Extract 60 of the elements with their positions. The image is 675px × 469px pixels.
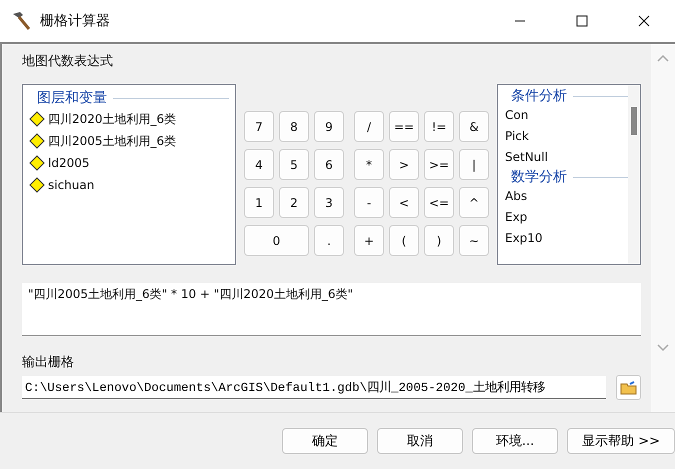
calculator-key[interactable]: 5 [279, 149, 309, 180]
operator-key[interactable]: ~ [459, 225, 489, 256]
output-path-field[interactable]: C:\Users\Lenovo\Documents\ArcGIS\Default1.gdb\四川_2005-2020_土地利用转移 [22, 376, 606, 399]
operator-key[interactable]: ^ [459, 187, 489, 218]
operator-key[interactable]: ) [424, 225, 454, 256]
maximize-icon[interactable] [576, 15, 588, 27]
operator-key[interactable]: <= [424, 187, 454, 218]
chevron-down-icon[interactable] [657, 344, 669, 352]
dialog-button[interactable]: 确定 [282, 428, 368, 454]
folder-icon [620, 380, 638, 396]
calculator-key[interactable]: . [314, 225, 344, 256]
dialog-button[interactable]: 取消 [377, 428, 464, 454]
layer-item[interactable]: ld2005 [48, 156, 90, 170]
function-item[interactable]: SetNull [505, 147, 628, 168]
layer-item[interactable]: sichuan [48, 178, 94, 192]
dialog-button[interactable]: 显示帮助 >> [567, 428, 675, 454]
operator-key[interactable]: * [354, 149, 384, 180]
operator-key[interactable]: + [354, 225, 384, 256]
operator-key[interactable]: ( [389, 225, 419, 256]
operator-key[interactable]: & [459, 111, 489, 142]
calculator-key[interactable]: 3 [314, 187, 344, 218]
dialog-button[interactable]: 环境... [472, 428, 558, 454]
function-item[interactable]: Abs [505, 186, 628, 207]
operator-key[interactable]: > [389, 149, 419, 180]
scrollbar-thumb[interactable] [631, 107, 637, 135]
diamond-icon [29, 177, 45, 193]
calculator-key[interactable]: 8 [279, 111, 309, 142]
calculator-key[interactable]: 2 [279, 187, 309, 218]
browse-button[interactable] [616, 375, 641, 400]
expression-field[interactable]: "四川2005土地利用_6类" * 10 + "四川2020土地利用_6类" [22, 283, 641, 336]
calculator-key[interactable]: 0 [244, 225, 309, 256]
diamond-icon [29, 133, 45, 149]
operator-key[interactable]: - [354, 187, 384, 218]
calculator-key[interactable]: 4 [244, 149, 274, 180]
operator-key[interactable]: != [424, 111, 454, 142]
diamond-icon [29, 111, 45, 127]
operator-key[interactable]: < [389, 187, 419, 218]
calculator-key[interactable]: 6 [314, 149, 344, 180]
diamond-icon [29, 155, 45, 171]
operator-key[interactable]: == [389, 111, 419, 142]
chevron-up-icon[interactable] [657, 54, 669, 62]
operator-key[interactable]: / [354, 111, 384, 142]
calculator-key[interactable]: 1 [244, 187, 274, 218]
window-title: 栅格计算器 [40, 12, 111, 30]
function-item[interactable]: Con [505, 105, 628, 126]
function-item[interactable]: Exp [505, 207, 628, 228]
calculator-key[interactable]: 7 [244, 111, 274, 142]
list-heading: 数学分析 [511, 168, 567, 186]
layer-item[interactable]: 四川2020土地利用_6类 [48, 110, 176, 128]
function-item[interactable]: Exp10 [505, 228, 628, 249]
layer-item[interactable]: 四川2005土地利用_6类 [48, 132, 176, 150]
section-label: 地图代数表达式 [22, 53, 114, 70]
close-icon[interactable] [638, 15, 650, 27]
list-heading: 图层和变量 [37, 89, 107, 107]
calculator-key[interactable]: 9 [314, 111, 344, 142]
function-item[interactable]: Pick [505, 126, 628, 147]
section-label: 输出栅格 [22, 354, 75, 371]
operator-key[interactable]: >= [424, 149, 454, 180]
list-heading: 条件分析 [511, 87, 567, 105]
operator-key[interactable]: | [459, 149, 489, 180]
